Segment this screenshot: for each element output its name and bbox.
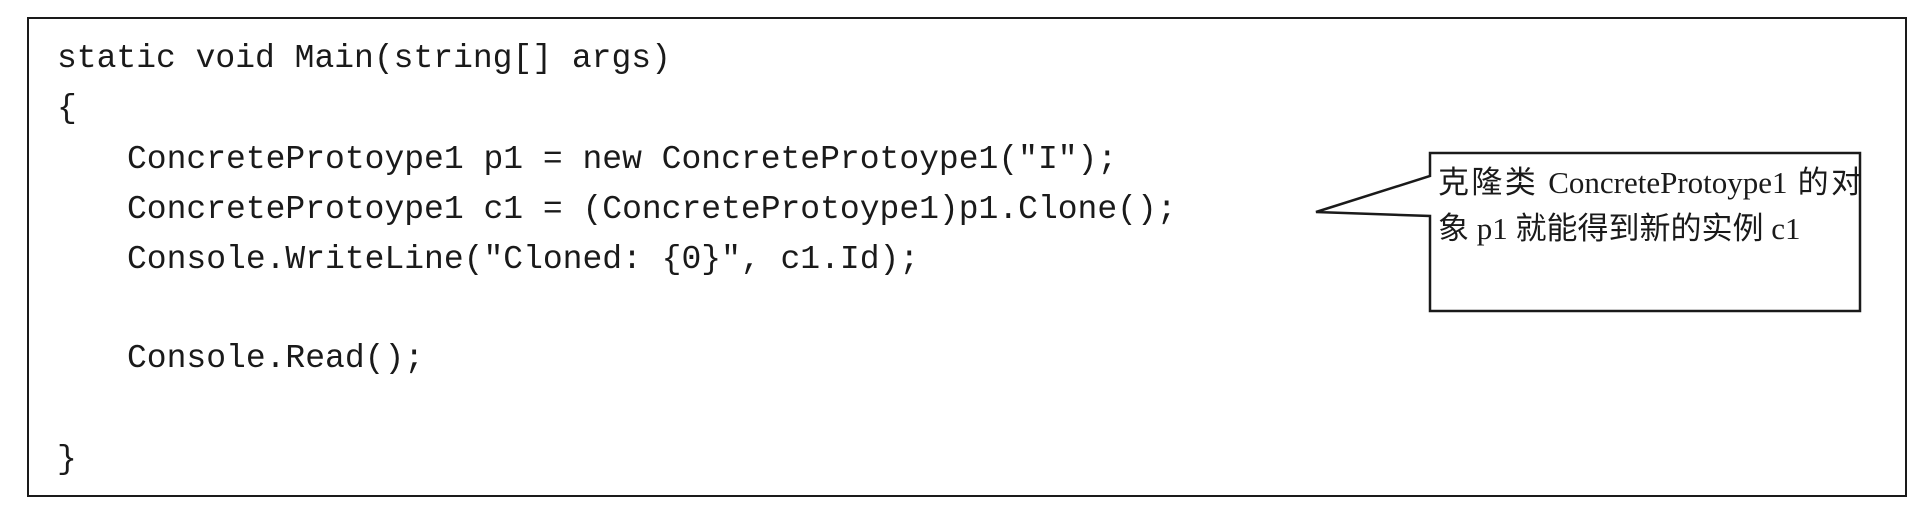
- code-line-clone: ConcreteProtoype1 c1 = (ConcreteProtoype…: [127, 191, 1177, 228]
- code-line-open-brace: {: [57, 90, 77, 127]
- code-line-close-brace: }: [57, 441, 77, 478]
- code-line-method-signature: static void Main(string[] args): [57, 40, 671, 77]
- callout-text: 克隆类 ConcreteProtoype1 的对象 p1 就能得到新的实例 c1: [1438, 165, 1862, 246]
- code-line-console-read: Console.Read();: [127, 340, 425, 377]
- code-line-create-prototype: ConcreteProtoype1 p1 = new ConcreteProto…: [127, 141, 1118, 178]
- code-line-writeline: Console.WriteLine("Cloned: {0}", c1.Id);: [127, 241, 920, 278]
